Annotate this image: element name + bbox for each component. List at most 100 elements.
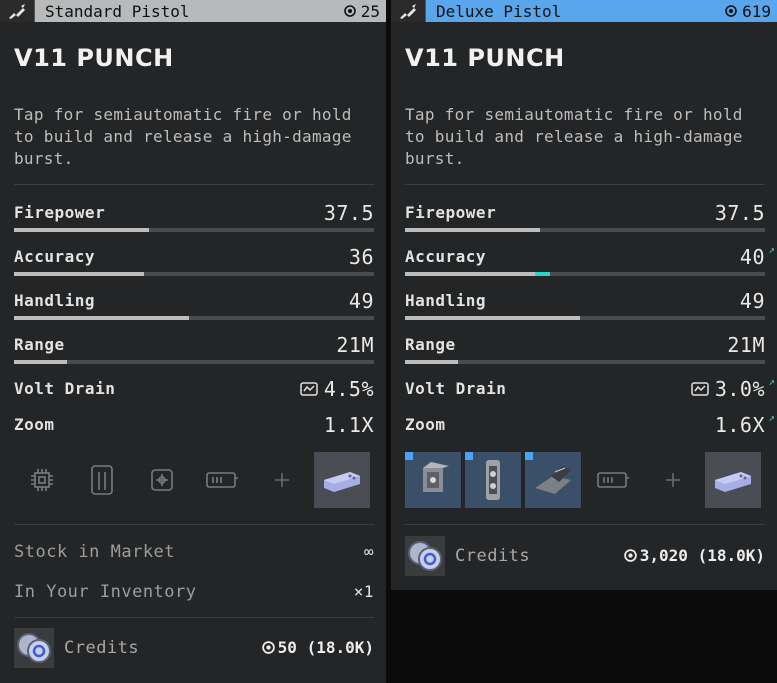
stat-value: 21M (727, 333, 765, 357)
stat-label: Volt Drain (14, 379, 116, 398)
chip-slot-icon (31, 469, 53, 491)
credits-coin-icon (405, 536, 445, 576)
shell-slot[interactable] (314, 452, 370, 508)
credits-coin-icon (14, 628, 54, 668)
stat-label: Volt Drain (405, 379, 507, 398)
stat-label: Handling (14, 291, 96, 310)
divider (405, 184, 765, 185)
divider (14, 524, 374, 525)
add-mod-slot[interactable] (645, 452, 701, 508)
divider (405, 524, 765, 525)
credit-chip-icon (261, 641, 275, 654)
deluxe-pistol-card[interactable]: Deluxe Pistol 619 V11 PUNCH Tap for semi… (391, 0, 777, 590)
credit-chip-icon (623, 549, 637, 562)
stat-value: 21M (336, 333, 374, 357)
magazine-slot[interactable] (194, 452, 250, 508)
stat-label: Range (405, 335, 456, 354)
plus-icon (666, 473, 680, 487)
accuracy-bar (14, 272, 374, 276)
range-bar (405, 360, 765, 364)
stat-accuracy: Accuracy 36 (14, 245, 374, 271)
barrel-slot-equipped[interactable] (465, 452, 521, 508)
optic-slot-equipped[interactable] (525, 452, 581, 508)
mod-slots (405, 452, 765, 508)
stat-firepower: Firepower 37.5 (405, 201, 765, 227)
barrel-slot[interactable] (74, 452, 130, 508)
magazine-slot-icon (597, 472, 629, 488)
barrel-mod-icon (486, 460, 500, 500)
stat-label: Range (14, 335, 65, 354)
weapon-name: V11 PUNCH (14, 44, 174, 72)
chip-slot[interactable] (14, 452, 70, 508)
pistol-icon (391, 0, 426, 22)
stat-value: 40 (739, 245, 765, 269)
mod-slots (14, 452, 374, 508)
stock-value: ∞ (363, 542, 374, 561)
inventory-label: In Your Inventory (14, 582, 197, 602)
stat-value: 1.6X (714, 413, 765, 437)
stat-range: Range 21M (405, 333, 765, 359)
arrow-up-right-icon: ↗ (768, 411, 775, 424)
inventory-value: ×1 (353, 582, 374, 601)
optic-slot[interactable] (134, 452, 190, 508)
pistol-icon (0, 0, 35, 22)
stat-label: Firepower (14, 203, 106, 222)
stat-value: 37.5 (323, 201, 374, 225)
stat-value: 37.5 (714, 201, 765, 225)
optic-mod-icon (535, 466, 571, 494)
stat-label: Accuracy (14, 247, 96, 266)
barrel-slot-icon (91, 465, 113, 495)
credits-row: Credits 3,020 (18.0K) (405, 536, 765, 576)
optic-slot-icon (151, 469, 173, 491)
add-mod-slot[interactable] (254, 452, 310, 508)
card-header: Standard Pistol 25 (0, 0, 386, 22)
stock-in-market: Stock in Market ∞ (14, 542, 374, 566)
stat-accuracy: Accuracy 40 ↗ (405, 243, 775, 271)
pistol-tier-name: Standard Pistol (45, 1, 190, 21)
credits-value: 50 (18.0K) (261, 638, 374, 657)
divider (14, 184, 374, 185)
stat-handling: Handling 49 (14, 289, 374, 315)
stat-volt-drain: Volt Drain 4.5% (14, 377, 374, 403)
divider (14, 617, 374, 618)
firepower-bar (405, 228, 765, 232)
shell-slot-icon (324, 472, 360, 492)
stat-value: 1.1X (323, 413, 374, 437)
stat-firepower: Firepower 37.5 (14, 201, 374, 227)
pistol-tier-name: Deluxe Pistol (436, 1, 562, 21)
range-bar (14, 360, 374, 364)
weapon-name: V11 PUNCH (405, 44, 565, 72)
stat-label: Zoom (14, 415, 55, 434)
header-cost: 619 (725, 2, 777, 21)
credits-label: Credits (64, 638, 140, 658)
chip-mod-icon (423, 462, 449, 492)
credit-chip-icon (343, 5, 356, 17)
stock-label: Stock in Market (14, 542, 176, 562)
weapon-description: Tap for semiautomatic fire or hold to bu… (405, 105, 743, 168)
shell-slot[interactable] (705, 452, 761, 508)
handling-bar (405, 316, 765, 320)
stat-value: 4.5% (323, 377, 374, 401)
stat-label: Zoom (405, 415, 446, 434)
handling-bar (14, 316, 374, 320)
stat-volt-drain: Volt Drain 3.0% ↗ (405, 375, 775, 403)
magazine-slot[interactable] (585, 452, 641, 508)
stat-value: 49 (739, 289, 765, 313)
plus-icon (275, 473, 289, 487)
shell-slot-icon (715, 472, 751, 492)
credits-label: Credits (455, 546, 531, 566)
chip-slot-equipped[interactable] (405, 452, 461, 508)
stat-handling: Handling 49 (405, 289, 765, 315)
magazine-slot-icon (206, 472, 238, 488)
stat-label: Handling (405, 291, 487, 310)
credits-value: 3,020 (18.0K) (623, 546, 765, 565)
accuracy-bonus (535, 272, 550, 276)
header-cost: 25 (343, 2, 386, 21)
stat-zoom: Zoom 1.1X (14, 413, 374, 439)
credit-chip-icon (725, 5, 737, 17)
weapon-description: Tap for semiautomatic fire or hold to bu… (14, 105, 352, 168)
stat-value: 3.0% (714, 377, 765, 401)
standard-pistol-card[interactable]: Standard Pistol 25 V11 PUNCH Tap for sem… (0, 0, 386, 683)
stat-label: Accuracy (405, 247, 487, 266)
stat-value-wrap: 3.0% (691, 377, 765, 401)
